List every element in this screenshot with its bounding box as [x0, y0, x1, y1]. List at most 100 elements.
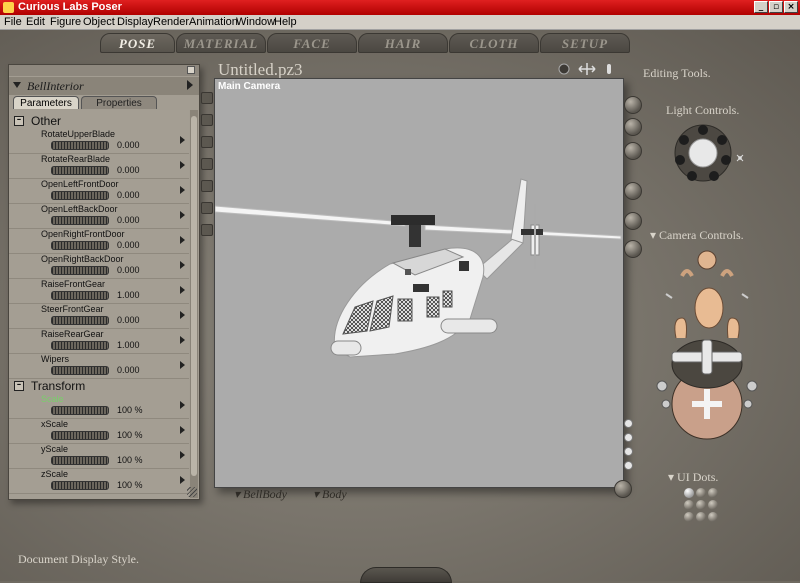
doc-side-button[interactable] — [201, 158, 213, 170]
param-menu-arrow-icon[interactable] — [180, 161, 185, 169]
light-controls-label[interactable]: Light Controls. — [666, 103, 739, 118]
group-other[interactable]: – Other — [9, 114, 189, 128]
param-value[interactable]: 100 % — [117, 480, 143, 490]
hand-right-icon[interactable] — [720, 269, 734, 277]
move-y-icon[interactable] — [701, 339, 713, 375]
camera-button[interactable] — [661, 399, 671, 409]
param-value[interactable]: 0.000 — [117, 240, 140, 250]
menu-help[interactable]: Help — [274, 16, 297, 28]
tab-material[interactable]: MATERIAL — [176, 33, 266, 53]
param-row[interactable]: RaiseRearGear 1.000 — [9, 328, 189, 354]
doc-resize-button[interactable] — [614, 480, 632, 498]
menu-figure[interactable]: Figure — [50, 16, 81, 28]
ui-dot[interactable] — [708, 488, 718, 498]
arrow-right-icon[interactable] — [187, 80, 193, 90]
tab-pose[interactable]: POSE — [100, 33, 175, 53]
camera-head-icon[interactable] — [694, 287, 724, 329]
menu-render[interactable]: Render — [153, 16, 189, 28]
param-dial[interactable] — [51, 481, 109, 490]
param-value[interactable]: 100 % — [117, 430, 143, 440]
param-row[interactable]: xScale 100 % — [9, 418, 189, 444]
param-value[interactable]: 0.000 — [117, 365, 140, 375]
tab-properties[interactable]: Properties — [81, 96, 157, 109]
param-menu-arrow-icon[interactable] — [180, 361, 185, 369]
param-value[interactable]: 0.000 — [117, 190, 140, 200]
hand-left-icon[interactable] — [674, 317, 687, 339]
doc-side-button[interactable] — [201, 92, 213, 104]
document-viewport[interactable]: Main Camera — [214, 78, 624, 488]
doc-dot[interactable] — [624, 461, 633, 470]
doc-dot[interactable] — [624, 433, 633, 442]
doc-edge-button[interactable] — [624, 240, 642, 258]
param-row[interactable]: RaiseFrontGear 1.000 — [9, 278, 189, 304]
param-row[interactable]: RotateUpperBlade 0.000 — [9, 128, 189, 154]
document-display-style-label[interactable]: Document Display Style. — [18, 552, 139, 567]
param-dial[interactable] — [51, 191, 109, 200]
param-row[interactable]: OpenRightFrontDoor 0.000 — [9, 228, 189, 254]
ui-dots-label[interactable]: ▾ UI Dots. — [668, 470, 718, 485]
camera-controls-widget[interactable] — [652, 246, 762, 446]
param-dial[interactable] — [51, 316, 109, 325]
ui-dot[interactable] — [708, 512, 718, 522]
menu-animation[interactable]: Animation — [189, 16, 238, 28]
actor-menu[interactable]: ▾ Body — [313, 487, 347, 502]
param-dial[interactable] — [51, 406, 109, 415]
param-row[interactable]: Wipers 0.000 — [9, 353, 189, 379]
doc-side-button[interactable] — [201, 180, 213, 192]
camera-controls-label[interactable]: ▾ Camera Controls. — [650, 228, 744, 243]
hand-left-icon[interactable] — [680, 269, 694, 277]
doc-side-button[interactable] — [201, 202, 213, 214]
param-row[interactable]: OpenRightBackDoor 0.000 — [9, 253, 189, 279]
collapse-icon[interactable]: – — [14, 116, 24, 126]
light-controls-widget[interactable] — [670, 120, 750, 190]
parameter-scrollbar[interactable] — [190, 110, 198, 498]
camera-button[interactable] — [656, 380, 668, 392]
param-menu-arrow-icon[interactable] — [180, 236, 185, 244]
camera-button[interactable] — [746, 380, 758, 392]
doc-edge-button[interactable] — [624, 182, 642, 200]
camera-button[interactable] — [743, 399, 753, 409]
param-value[interactable]: 1.000 — [117, 290, 140, 300]
restore-button[interactable]: ▫ — [769, 1, 783, 13]
menu-display[interactable]: Display — [117, 16, 153, 28]
slider-icon[interactable] — [607, 64, 611, 74]
param-dial[interactable] — [51, 216, 109, 225]
param-row[interactable]: zScale 100 % — [9, 468, 189, 494]
param-menu-arrow-icon[interactable] — [180, 451, 185, 459]
param-row[interactable]: yScale 100 % — [9, 443, 189, 469]
param-value[interactable]: 0.000 — [117, 315, 140, 325]
param-row[interactable]: SteerFrontGear 0.000 — [9, 303, 189, 329]
param-menu-arrow-icon[interactable] — [180, 211, 185, 219]
editing-tools-label[interactable]: Editing Tools. — [643, 66, 711, 81]
doc-side-button[interactable] — [201, 224, 213, 236]
param-menu-arrow-icon[interactable] — [180, 261, 185, 269]
ui-dot[interactable] — [684, 512, 694, 522]
move-icon[interactable] — [578, 63, 596, 75]
param-menu-arrow-icon[interactable] — [180, 286, 185, 294]
param-menu-arrow-icon[interactable] — [180, 311, 185, 319]
minimize-button[interactable]: _ — [754, 1, 768, 13]
param-menu-arrow-icon[interactable] — [180, 401, 185, 409]
param-menu-arrow-icon[interactable] — [180, 186, 185, 194]
param-value[interactable]: 100 % — [117, 405, 143, 415]
doc-side-button[interactable] — [201, 136, 213, 148]
doc-edge-button[interactable] — [624, 118, 642, 136]
light-properties-icon[interactable] — [736, 154, 744, 162]
param-value[interactable]: 0.000 — [117, 215, 140, 225]
param-menu-arrow-icon[interactable] — [180, 336, 185, 344]
param-dial[interactable] — [51, 431, 109, 440]
palette-titlebar[interactable] — [9, 65, 199, 76]
tab-setup[interactable]: SETUP — [540, 33, 630, 53]
param-menu-arrow-icon[interactable] — [180, 136, 185, 144]
tab-hair[interactable]: HAIR — [358, 33, 448, 53]
resize-grip-icon[interactable] — [187, 487, 197, 497]
light-icon[interactable] — [717, 135, 727, 145]
light-icon[interactable] — [687, 171, 697, 181]
light-icon[interactable] — [675, 155, 685, 165]
ui-dot[interactable] — [696, 512, 706, 522]
param-row[interactable]: RotateRearBlade 0.000 — [9, 153, 189, 179]
figure-selector[interactable]: BellInterior — [9, 77, 199, 95]
doc-edge-button[interactable] — [624, 142, 642, 160]
param-value[interactable]: 0.000 — [117, 265, 140, 275]
light-icon[interactable] — [721, 155, 731, 165]
